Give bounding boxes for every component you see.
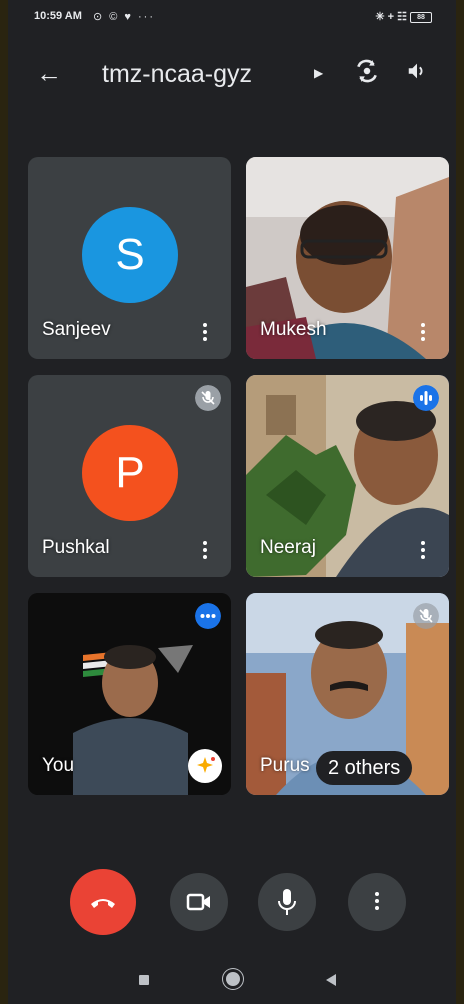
more-vert-icon[interactable] [421, 541, 425, 559]
mic-toggle-button[interactable] [258, 873, 316, 931]
status-right: ✳ + ☷ 88 [375, 10, 432, 23]
participant-tile[interactable]: S Sanjeev [28, 157, 231, 359]
status-bar: 10:59 AM ⊙ © ♥ ··· ✳ + ☷ 88 [8, 0, 456, 36]
android-nav-bar [8, 955, 456, 1004]
avatar: S [82, 207, 178, 303]
battery-icon: 88 [410, 11, 432, 23]
meeting-code[interactable]: tmz-ncaa-gyz [102, 60, 252, 89]
speaker-icon[interactable] [406, 60, 428, 82]
more-options-button[interactable] [348, 873, 406, 931]
participant-name: Neeraj [260, 537, 316, 558]
system-icons: ✳ + ☷ [375, 11, 407, 23]
speaking-icon [413, 385, 439, 411]
camera-icon [186, 893, 210, 911]
status-time: 10:59 AM [34, 10, 82, 22]
participant-tile-active-speaker[interactable]: Neeraj [246, 375, 449, 577]
more-options-badge-icon [195, 603, 221, 629]
mic-off-icon [195, 385, 221, 411]
mic-off-icon [413, 603, 439, 629]
participant-name: Sanjeev [42, 319, 111, 340]
participant-name: Mukesh [260, 319, 327, 340]
participant-name: You [42, 755, 75, 776]
participant-tile[interactable]: P Pushkal [28, 375, 231, 577]
back-arrow-icon[interactable]: ← [36, 58, 62, 89]
switch-camera-icon[interactable] [354, 58, 380, 84]
participant-tile[interactable]: Mukesh [246, 157, 449, 359]
notification-icons: ⊙ © ♥ ··· [93, 11, 156, 23]
meeting-header: ← tmz-ncaa-gyz ▶ [8, 52, 456, 96]
others-chip[interactable]: 2 others [316, 751, 413, 785]
phone-screen: 10:59 AM ⊙ © ♥ ··· ✳ + ☷ 88 ← tmz-ncaa-g… [8, 0, 456, 1004]
more-vert-icon[interactable] [203, 541, 207, 559]
camera-toggle-button[interactable] [170, 873, 228, 931]
effects-icon[interactable] [188, 749, 222, 783]
participant-name: Pushkal [42, 537, 110, 558]
more-vert-icon[interactable] [421, 323, 425, 341]
participant-tile[interactable]: Purus 2 others [246, 593, 449, 795]
avatar: P [82, 425, 178, 521]
participant-name: Purus [260, 755, 310, 776]
participant-tile-self[interactable]: You [28, 593, 231, 795]
mic-icon [278, 889, 296, 915]
home-icon[interactable] [226, 972, 240, 986]
back-icon[interactable] [326, 974, 336, 986]
chevron-right-icon[interactable]: ▶ [314, 66, 323, 80]
more-vert-icon[interactable] [203, 323, 207, 341]
end-call-button[interactable] [70, 869, 136, 935]
more-vert-icon [375, 892, 379, 910]
recents-icon[interactable] [139, 975, 149, 985]
call-controls [8, 867, 456, 937]
call-end-icon [91, 899, 115, 908]
